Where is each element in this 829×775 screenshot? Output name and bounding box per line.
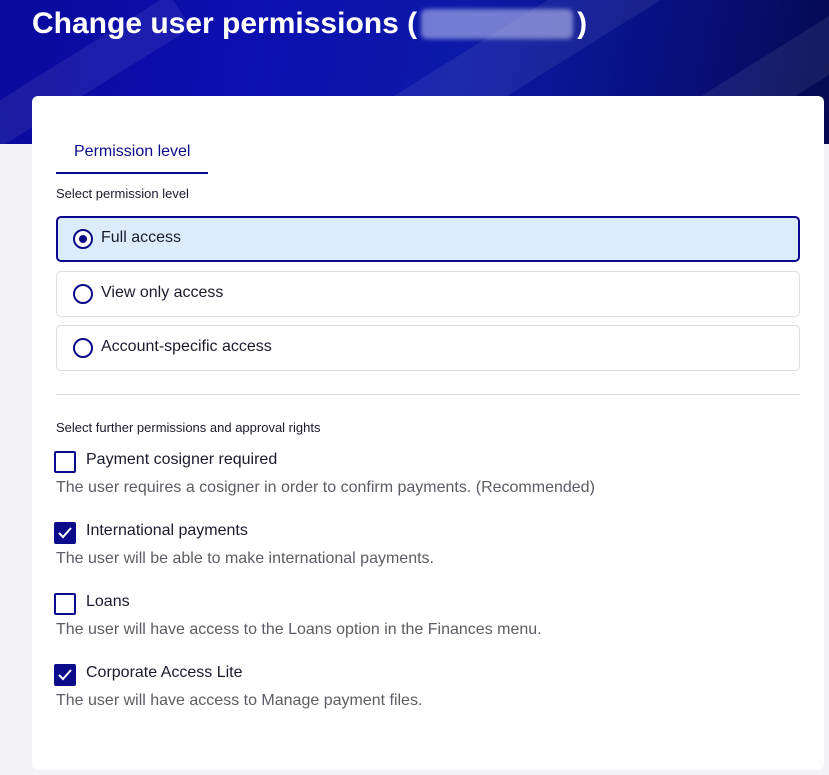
radio-dot-icon <box>79 235 87 243</box>
checkbox-description: The user requires a cosigner in order to… <box>56 479 595 496</box>
page-title: Change user permissions ( ) <box>32 4 587 44</box>
checkbox-label: Loans <box>86 593 130 610</box>
further-permissions-label: Select further permissions and approval … <box>56 420 321 435</box>
checkmark-icon <box>58 669 72 681</box>
section-divider <box>56 394 800 395</box>
international-payments-checkbox[interactable] <box>54 522 76 544</box>
permission-payment-cosigner: Payment cosigner required The user requi… <box>54 451 798 505</box>
page-title-prefix: Change user permissions ( <box>32 7 418 40</box>
loans-checkbox[interactable] <box>54 593 76 615</box>
radio-option-label: Full access <box>101 229 182 246</box>
radio-option-label: View only access <box>101 284 224 301</box>
radio-option-label: Account-specific access <box>101 338 272 355</box>
checkbox-label: Corporate Access Lite <box>86 664 243 681</box>
radio-option-full-access[interactable]: Full access <box>56 216 800 262</box>
tab-permission-level[interactable]: Permission level <box>56 141 208 174</box>
page-title-suffix: ) <box>577 7 588 40</box>
redacted-user-name <box>421 9 574 39</box>
checkbox-label: Payment cosigner required <box>86 451 278 468</box>
permission-loans: Loans The user will have access to the L… <box>54 593 798 647</box>
permissions-card: Permission level Select permission level… <box>32 96 824 770</box>
radio-option-view-only-access[interactable]: View only access <box>56 271 800 317</box>
radio-button-checked[interactable] <box>73 229 93 249</box>
checkbox-description: The user will be able to make internatio… <box>56 550 434 567</box>
tab-label: Permission level <box>74 143 191 160</box>
checkbox-label: International payments <box>86 522 248 539</box>
radio-button-unchecked[interactable] <box>73 284 93 304</box>
permission-corporate-access-lite: Corporate Access Lite The user will have… <box>54 664 798 718</box>
payment-cosigner-checkbox[interactable] <box>54 451 76 473</box>
checkbox-description: The user will have access to the Loans o… <box>56 621 542 638</box>
radio-option-account-specific-access[interactable]: Account-specific access <box>56 325 800 371</box>
corporate-access-lite-checkbox[interactable] <box>54 664 76 686</box>
checkbox-description: The user will have access to Manage paym… <box>56 692 423 709</box>
permission-international-payments: International payments The user will be … <box>54 522 798 576</box>
permission-level-label: Select permission level <box>56 186 189 201</box>
checkmark-icon <box>58 527 72 539</box>
radio-button-unchecked[interactable] <box>73 338 93 358</box>
